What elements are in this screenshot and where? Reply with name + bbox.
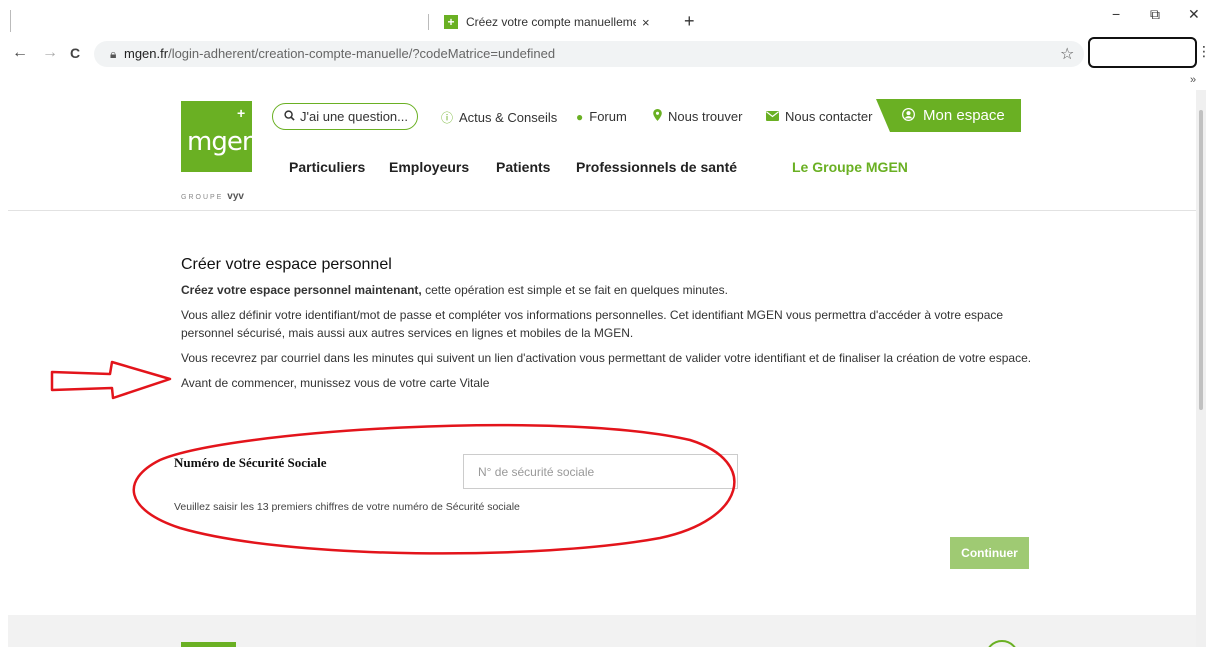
ss-number-input[interactable]: [463, 454, 738, 489]
intro-paragraph: Créez votre espace personnel maintenant,…: [181, 281, 1041, 299]
mon-espace-label: Mon espace: [923, 107, 1005, 124]
logo-sub-brand: vyv: [227, 191, 244, 202]
browser-tab-active[interactable]: + Créez votre compte manuellement ×: [436, 10, 666, 34]
nav-employeurs[interactable]: Employeurs: [389, 159, 469, 175]
reload-button[interactable]: C: [70, 45, 80, 61]
link-nous-contacter[interactable]: Nous contacter: [766, 109, 872, 124]
profile-box[interactable]: [1088, 37, 1197, 68]
url-path: /login-adherent/creation-compte-manuelle…: [168, 46, 556, 61]
new-tab-button[interactable]: +: [684, 11, 695, 32]
red-ellipse-annotation: [132, 423, 736, 555]
minimize-button[interactable]: −: [1112, 6, 1120, 22]
page-title: Créer votre espace personnel: [181, 256, 392, 273]
nav-groupe-mgen[interactable]: Le Groupe MGEN: [792, 159, 908, 175]
nav-professionnels-sante[interactable]: Professionnels de santé: [576, 159, 737, 175]
search-icon: [284, 109, 295, 124]
logo-sub-group: GROUPE: [181, 194, 224, 201]
vitale-paragraph: Avant de commencer, munissez vous de vot…: [181, 376, 490, 390]
activation-paragraph: Vous recevrez par courriel dans les minu…: [181, 351, 1032, 365]
identifier-paragraph: Vous allez définir votre identifiant/mot…: [181, 308, 1004, 340]
nav-patients[interactable]: Patients: [496, 159, 550, 175]
restore-button[interactable]: ⧉: [1150, 6, 1160, 23]
user-circle-icon: [902, 107, 915, 124]
header-divider: [8, 210, 1196, 211]
actus-label: Actus & Conseils: [459, 110, 558, 125]
bookmark-star-icon[interactable]: ☆: [1060, 44, 1074, 64]
logo-text: mgen: [187, 127, 258, 157]
scrollbar-thumb[interactable]: [1199, 110, 1203, 410]
tab-close-icon[interactable]: ×: [642, 15, 650, 30]
browser-tab-bar: + Créez votre compte manuellement × + − …: [0, 0, 1206, 34]
ss-number-label: Numéro de Sécurité Sociale: [174, 455, 327, 470]
ss-number-help: Veuillez saisir les 13 premiers chiffres…: [174, 501, 520, 513]
mon-espace-button[interactable]: Mon espace: [876, 99, 1021, 132]
intro-rest: cette opération est simple et se fait en…: [421, 283, 728, 297]
link-nous-trouver[interactable]: Nous trouver: [653, 109, 742, 124]
forum-label: Forum: [589, 109, 627, 124]
logo-plus-icon: +: [237, 105, 246, 121]
footer-logo[interactable]: [181, 642, 236, 647]
nav-particuliers[interactable]: Particuliers: [289, 159, 365, 175]
continue-button[interactable]: Continuer: [950, 537, 1029, 569]
mgen-favicon-icon: +: [444, 15, 458, 29]
back-button[interactable]: ←: [12, 44, 28, 62]
nous-trouver-label: Nous trouver: [668, 109, 743, 124]
url-text[interactable]: mgen.fr/login-adherent/creation-compte-m…: [124, 46, 555, 61]
nous-contacter-label: Nous contacter: [785, 109, 873, 124]
tab-title: Créez votre compte manuellement: [466, 15, 636, 29]
window-close-button[interactable]: ✕: [1188, 6, 1200, 23]
chat-bubble-icon: ●: [576, 110, 584, 124]
location-pin-icon: [653, 109, 662, 124]
mgen-logo[interactable]: mgen +: [181, 101, 258, 172]
bookmarks-overflow-icon[interactable]: »: [1190, 74, 1196, 86]
intro-section: Créer votre espace personnel Créez votre…: [181, 256, 1041, 399]
envelope-icon: [766, 110, 779, 124]
tab-separator: [428, 14, 429, 30]
tab-strip-edge: [10, 10, 11, 32]
info-icon: ⓘ: [441, 111, 454, 125]
question-search-button[interactable]: J'ai une question...: [272, 103, 418, 130]
logo-subtitle: GROUPE vyv: [181, 191, 244, 202]
lock-icon: 🔒︎: [110, 47, 117, 61]
url-host: mgen.fr: [124, 46, 169, 61]
link-actus-conseils[interactable]: ⓘ Actus & Conseils: [441, 109, 557, 126]
red-arrow-annotation: [50, 360, 172, 400]
browser-menu-icon[interactable]: ⋮: [1197, 43, 1206, 60]
forward-button[interactable]: →: [42, 44, 58, 62]
question-search-label: J'ai une question...: [300, 109, 408, 124]
intro-bold: Créez votre espace personnel maintenant,: [181, 283, 422, 297]
link-forum[interactable]: ● Forum: [576, 109, 627, 124]
